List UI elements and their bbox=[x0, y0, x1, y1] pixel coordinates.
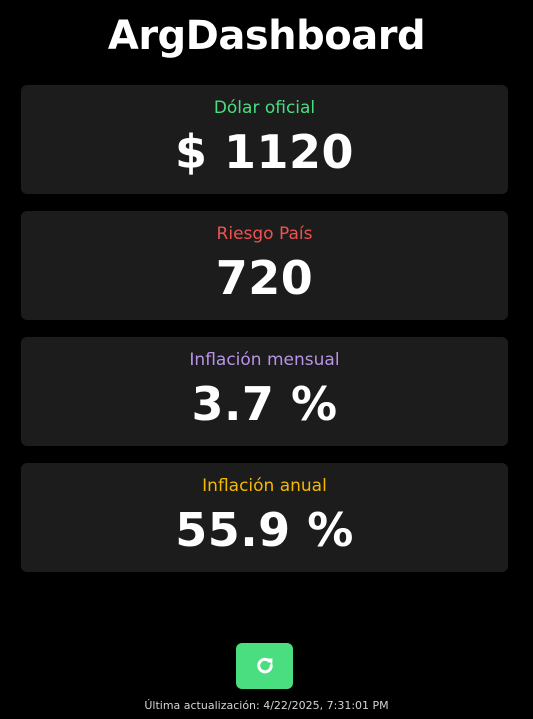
card-value-riesgo-pais: 720 bbox=[215, 251, 314, 305]
refresh-icon bbox=[256, 657, 273, 674]
card-dolar-oficial: Dólar oficial $ 1120 bbox=[21, 85, 508, 194]
card-label-inflacion-mensual: Inflación mensual bbox=[189, 350, 340, 370]
card-label-dolar-oficial: Dólar oficial bbox=[213, 98, 316, 118]
card-riesgo-pais: Riesgo País 720 bbox=[21, 211, 508, 320]
card-label-riesgo-pais: Riesgo País bbox=[216, 224, 313, 244]
card-value-inflacion-anual: 55.9 % bbox=[175, 503, 354, 557]
card-label-inflacion-anual: Inflación anual bbox=[202, 476, 327, 496]
card-value-inflacion-mensual: 3.7 % bbox=[191, 377, 338, 431]
card-inflacion-anual: Inflación anual 55.9 % bbox=[21, 463, 508, 572]
last-update-text: Última actualización: 4/22/2025, 7:31:01… bbox=[144, 699, 389, 712]
card-value-dolar-oficial: $ 1120 bbox=[174, 125, 355, 179]
card-inflacion-mensual: Inflación mensual 3.7 % bbox=[21, 337, 508, 446]
refresh-button[interactable] bbox=[236, 643, 293, 689]
page-title: ArgDashboard bbox=[107, 13, 426, 59]
